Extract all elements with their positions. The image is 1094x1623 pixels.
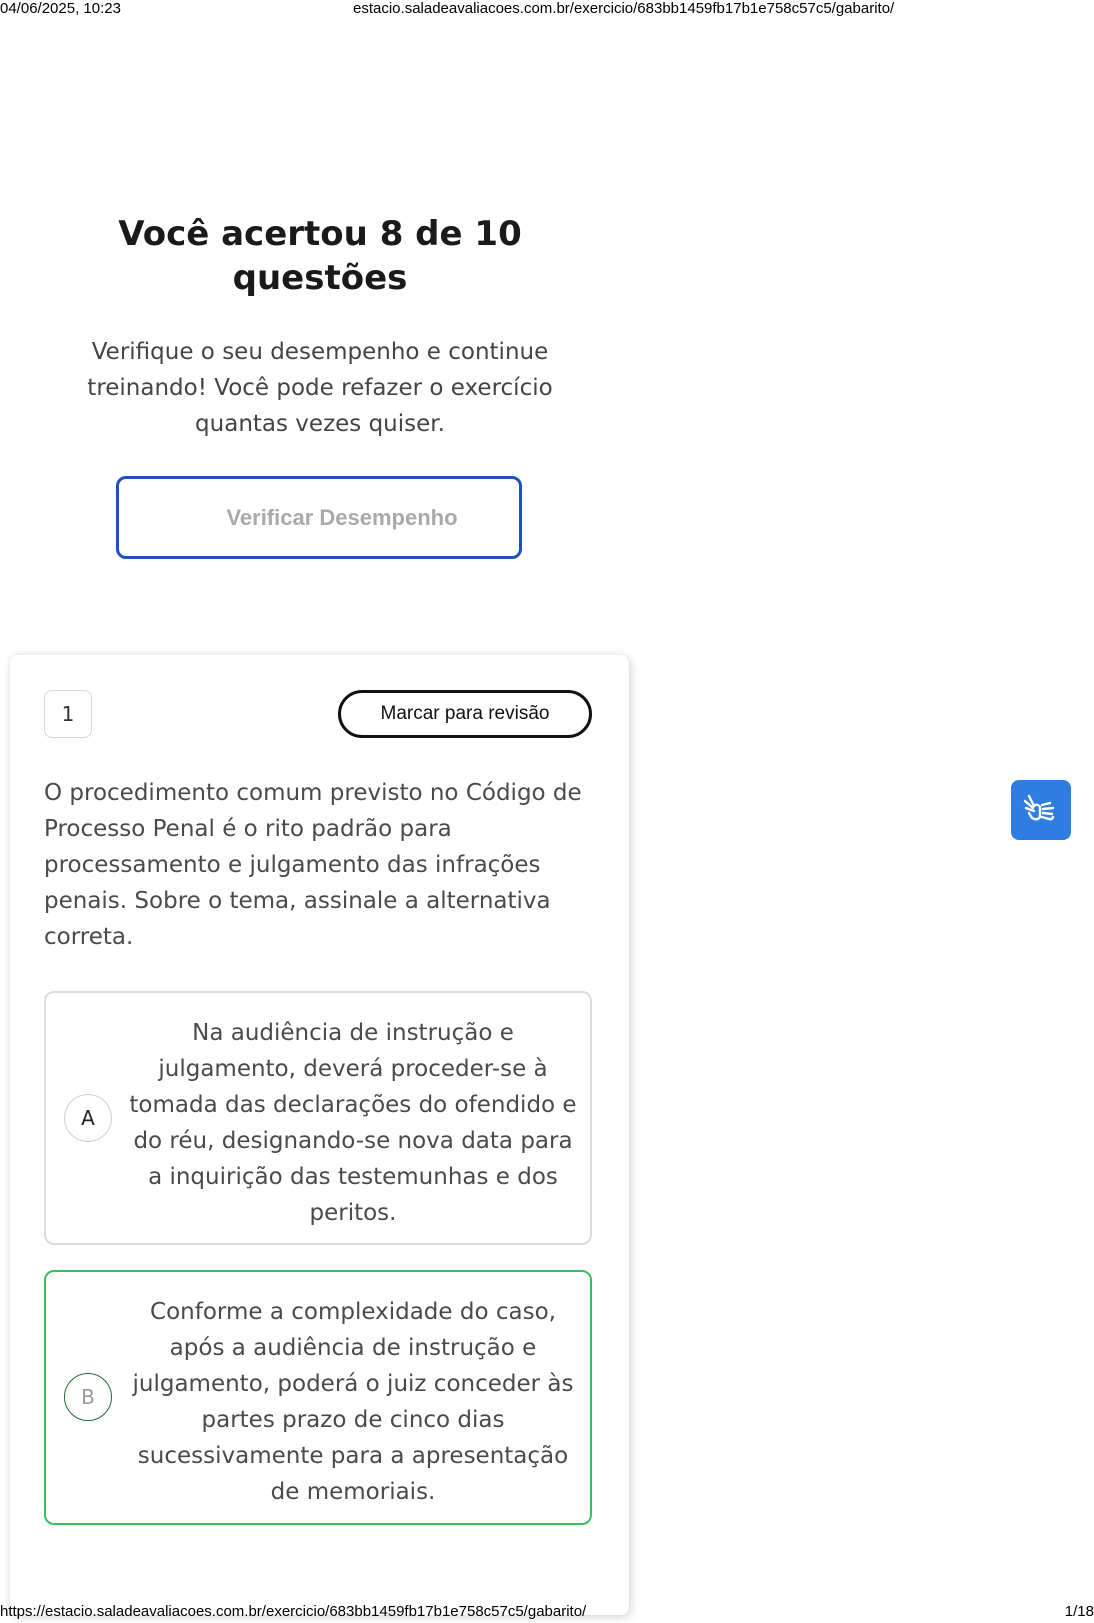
question-text: O procedimento comum previsto no Código … <box>44 780 582 950</box>
result-summary: Você acertou 8 de 10 questões Verifique … <box>60 212 580 442</box>
verify-performance-button[interactable]: Verificar Desempenho <box>116 476 522 559</box>
print-page-count: 1/18 <box>1064 1603 1094 1620</box>
option-b-correct[interactable]: B Conforme a complexidade do caso, após … <box>44 1270 592 1525</box>
option-text-a: Na audiência de instrução e julgamento, … <box>129 1020 577 1226</box>
option-letter-b: B <box>64 1373 112 1421</box>
mark-for-review-button[interactable]: Marcar para revisão <box>338 690 592 738</box>
sign-language-glyph <box>1023 794 1055 821</box>
question-number: 1 <box>44 690 92 738</box>
question-card: 1 Marcar para revisão O procedimento com… <box>10 655 629 1615</box>
option-a[interactable]: A Na audiência de instrução e julgamento… <box>44 991 592 1245</box>
print-url-footer: https://estacio.saladeavaliacoes.com.br/… <box>0 1603 587 1620</box>
result-title: Você acertou 8 de 10 questões <box>118 214 522 298</box>
option-letter-a: A <box>64 1094 112 1142</box>
sign-language-hands-icon[interactable] <box>1011 780 1071 840</box>
option-text-b: Conforme a complexidade do caso, após a … <box>132 1299 574 1505</box>
result-subtitle: Verifique o seu desempenho e continue tr… <box>87 339 553 437</box>
print-footer: https://estacio.saladeavaliacoes.com.br/… <box>0 1603 1094 1623</box>
print-datetime: 04/06/2025, 10:23 <box>0 0 121 17</box>
print-url-header: estacio.saladeavaliacoes.com.br/exercici… <box>353 0 895 17</box>
print-header: 04/06/2025, 10:23 estacio.saladeavaliaco… <box>0 0 1094 20</box>
